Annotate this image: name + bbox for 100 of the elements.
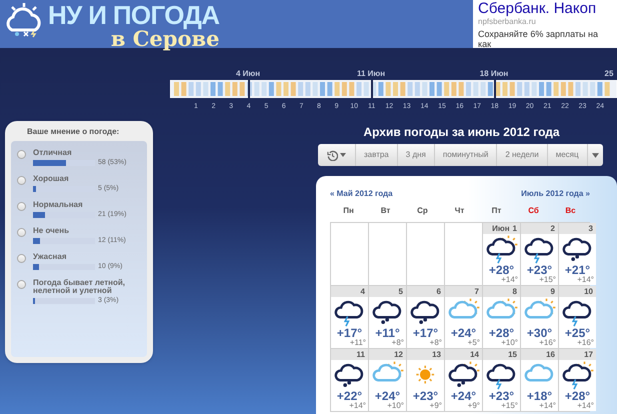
week-label: 4 Июн [236, 68, 260, 80]
day-number: 14 [470, 348, 479, 360]
ad-title[interactable]: Сбербанк. Накоп [478, 0, 612, 17]
weekday-label: Вт [380, 205, 392, 217]
day-cell[interactable]: +17° +11° [331, 297, 368, 348]
day-cell[interactable]: +30° +16° [521, 297, 558, 348]
poll-option-label: Нормальная [33, 201, 84, 209]
low-temperature: +9° [468, 402, 481, 410]
high-temperature: +17° [336, 327, 362, 339]
period-tab[interactable]: завтра [356, 144, 398, 166]
low-temperature: +16° [577, 339, 595, 347]
day-number: 6 [436, 286, 441, 298]
previous-month-link[interactable]: « Май 2012 года [330, 188, 393, 200]
day-number: 9 [550, 286, 555, 298]
month-label: Июн [492, 222, 510, 234]
high-temperature: +23° [526, 264, 552, 276]
radio-button[interactable] [17, 202, 26, 211]
radio-button[interactable] [17, 280, 26, 289]
weekday-label: Чт [454, 205, 466, 217]
day-number: 17 [584, 348, 593, 360]
day-number: 4 [360, 286, 365, 298]
low-temperature: +16° [539, 339, 557, 347]
low-temperature: +15° [539, 276, 557, 284]
high-temperature: +24° [450, 390, 476, 402]
radio-button[interactable] [17, 228, 26, 237]
day-cell[interactable]: +11° +8° [369, 297, 406, 348]
thunderstorm-sun-icon [484, 234, 518, 264]
poll-option-label: Не очень [33, 227, 70, 235]
day-cell[interactable]: +28° +14° [483, 234, 520, 285]
high-temperature: +28° [564, 390, 590, 402]
low-temperature: +9° [430, 402, 443, 410]
high-temperature: +24° [374, 390, 400, 402]
day-cell[interactable]: +23° +9° [407, 360, 444, 411]
low-temperature: +5° [468, 339, 481, 347]
low-temperature: +14° [501, 276, 519, 284]
high-temperature: +28° [488, 264, 514, 276]
high-temperature: +17° [412, 327, 438, 339]
logo-title: НУ И ПОГОДА [48, 0, 220, 30]
week-label: 18 Июн [480, 68, 508, 80]
weekday-label: Вс [564, 205, 577, 217]
day-cell[interactable]: +24° +5° [445, 297, 482, 348]
period-tab[interactable]: 3 дня [398, 144, 435, 166]
radio-button[interactable] [17, 150, 26, 159]
low-temperature: +8° [392, 339, 405, 347]
high-temperature: +22° [336, 390, 362, 402]
low-temperature: +14° [577, 402, 595, 410]
day-number: 1 [512, 222, 517, 234]
day-cell[interactable]: +28° +10° [483, 297, 520, 348]
weekday-label: Пт [490, 205, 502, 217]
period-tab[interactable]: месяц [548, 144, 588, 166]
low-temperature: +8° [430, 339, 443, 347]
low-temperature: +14° [539, 402, 557, 410]
day-number: 3 [588, 222, 593, 234]
weather-timeline-strip-drawing[interactable] [170, 80, 617, 98]
day-number: 5 [398, 286, 403, 298]
day-number: 8 [512, 286, 517, 298]
ad-domain: npfsberbanka.ru [478, 17, 537, 27]
caret-icon [592, 152, 599, 158]
day-cell[interactable]: +28° +14° [559, 360, 596, 411]
day-number: 11 [356, 348, 365, 360]
day-cell[interactable]: +17° +8° [407, 297, 444, 348]
day-cell[interactable]: +21° +14° [559, 234, 596, 285]
week-label: 11 Июн [356, 68, 386, 80]
day-number: 7 [474, 286, 479, 298]
low-temperature: +15° [501, 402, 519, 410]
day-number: 10 [584, 286, 593, 298]
high-temperature: +11° [375, 327, 400, 339]
high-temperature: +30° [526, 327, 552, 339]
rain-sun-icon [446, 360, 480, 390]
high-temperature: +28° [488, 327, 514, 339]
day-number: 16 [546, 348, 555, 360]
high-temperature: +25° [564, 327, 590, 339]
poll-option-label: Отличная [33, 149, 73, 157]
radio-button[interactable] [17, 176, 26, 185]
period-tab[interactable]: поминутный [434, 144, 498, 166]
next-month-link[interactable]: Июль 2012 года » [521, 188, 590, 200]
poll-option-label: Хорошая [33, 175, 70, 183]
day-cell[interactable]: +22° +14° [331, 360, 368, 411]
ad-text: Сохраняйте 6% зарплаты на как [478, 29, 599, 48]
high-temperature: +23° [412, 390, 438, 402]
day-number: 2 [550, 222, 555, 234]
low-temperature: +14° [349, 402, 367, 410]
day-cell[interactable]: +23° +15° [483, 360, 520, 411]
poll-option-label: Ужасная [33, 253, 68, 261]
day-cell[interactable]: +23° +15° [521, 234, 558, 285]
history-icon [327, 150, 338, 160]
weekday-label: Ср [416, 205, 429, 217]
day-number: 15 [508, 348, 517, 360]
high-temperature: +24° [450, 327, 476, 339]
day-cell[interactable]: +18° +14° [521, 360, 558, 411]
period-tab[interactable]: 2 недели [497, 144, 548, 166]
high-temperature: +21° [564, 264, 590, 276]
day-number: 12 [394, 348, 403, 360]
radio-button[interactable] [17, 254, 26, 263]
low-temperature: +11° [350, 339, 367, 347]
day-cell[interactable]: +24° +10° [369, 360, 406, 411]
weekday-label: Сб [527, 205, 540, 217]
day-cell[interactable]: +24° +9° [445, 360, 482, 411]
day-cell[interactable]: +25° +16° [559, 297, 596, 348]
day-number: 13 [432, 348, 441, 360]
